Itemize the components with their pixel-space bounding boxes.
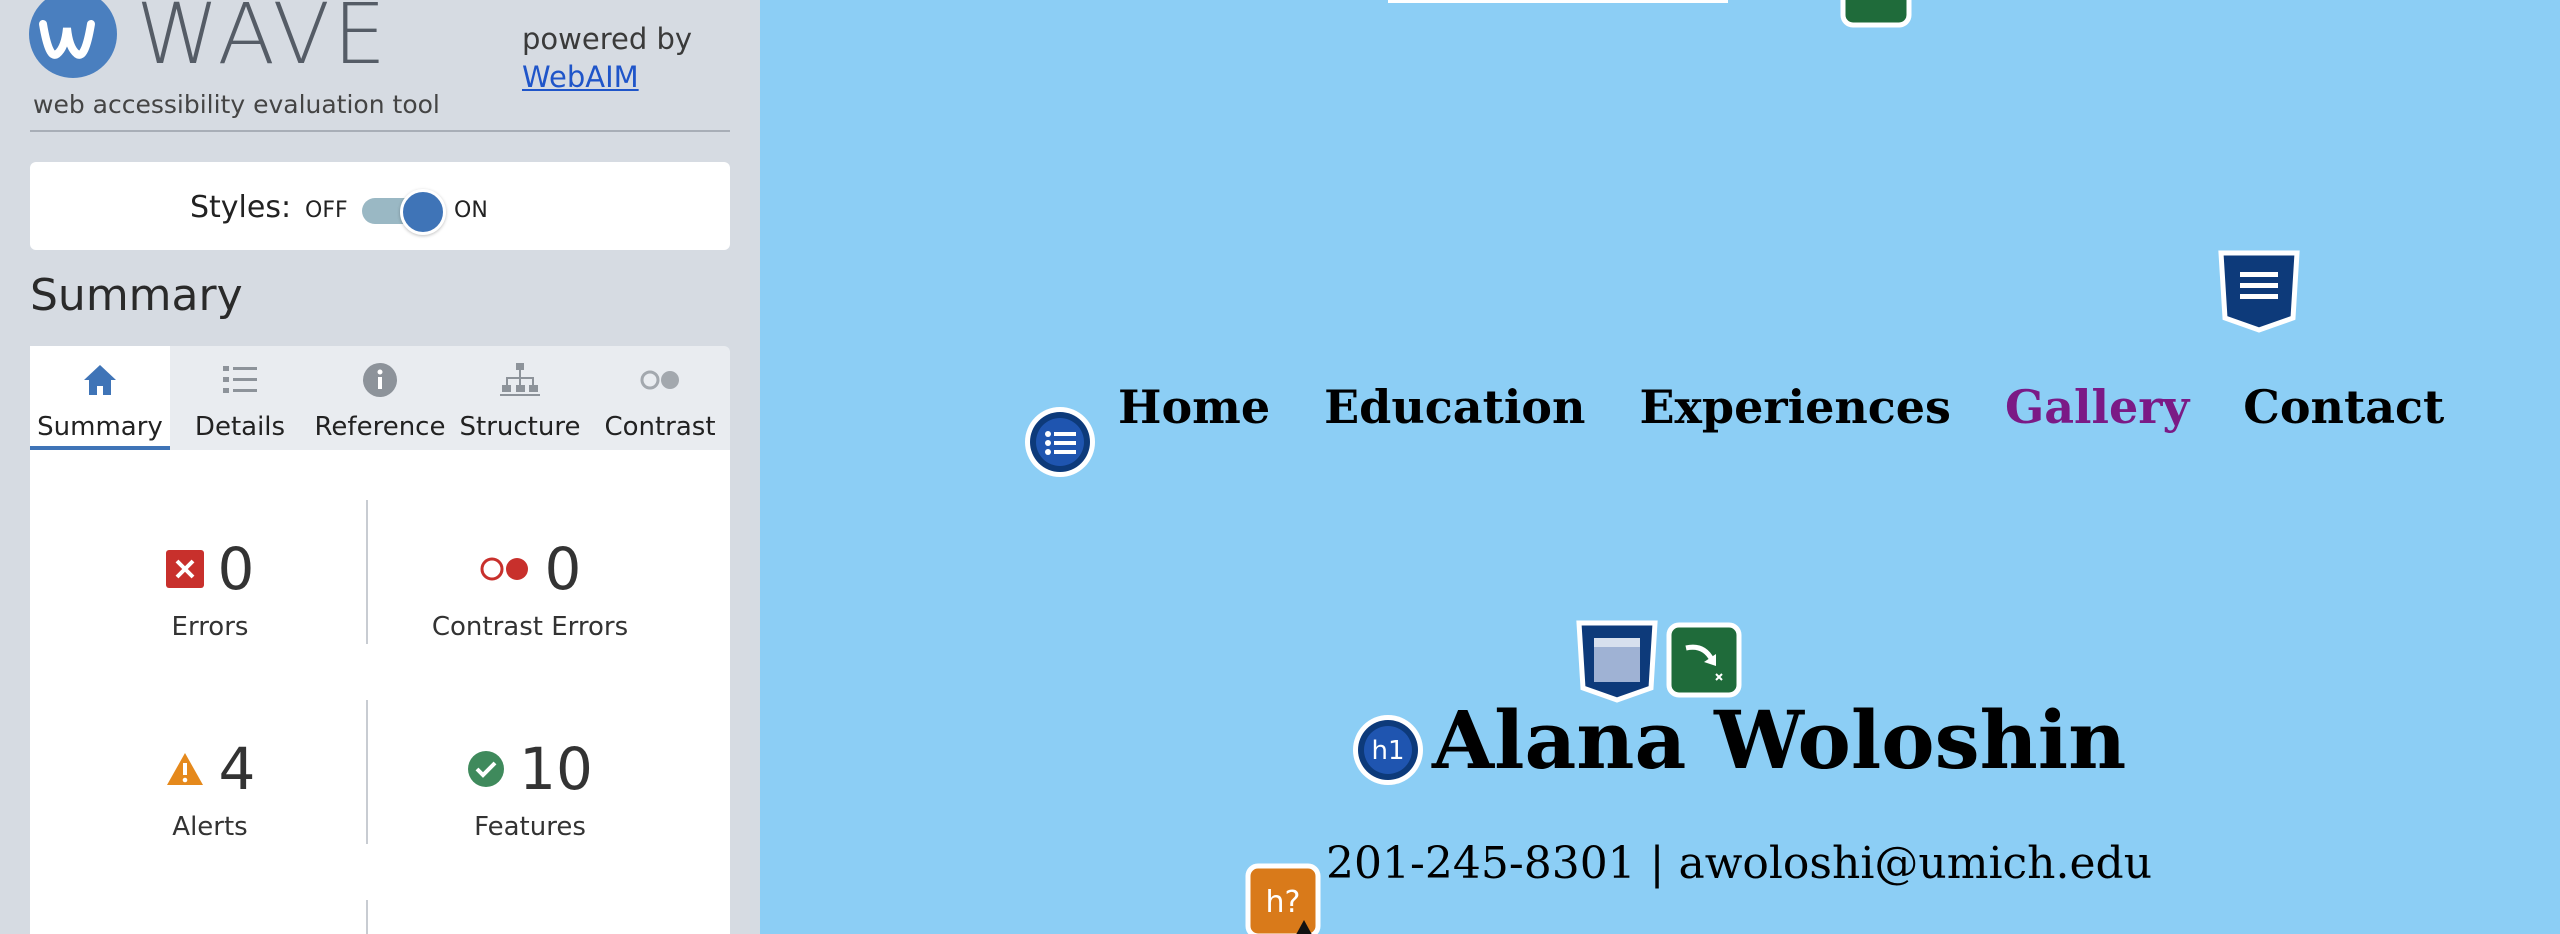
wave-logo-text: WAVE xyxy=(136,0,390,83)
aside-structure-icon[interactable] xyxy=(2216,248,2302,334)
summary-heading: Summary xyxy=(30,270,243,321)
panel-tabs: Summary Details Reference Structure Cont… xyxy=(30,346,730,450)
stats-divider xyxy=(366,900,368,934)
feature-badge-icon[interactable] xyxy=(1840,0,1912,28)
h1-badge-icon[interactable]: h1 xyxy=(1350,712,1426,788)
tab-reference[interactable]: Reference xyxy=(310,346,450,450)
tab-label: Reference xyxy=(314,412,446,442)
possible-heading-alert-icon[interactable]: h? xyxy=(1244,862,1324,934)
stats-divider xyxy=(366,700,368,844)
tab-details[interactable]: Details xyxy=(170,346,310,450)
wave-logo-icon xyxy=(29,0,117,78)
alerts-count: 4 xyxy=(218,735,256,803)
tab-label: Summary xyxy=(37,412,163,442)
home-icon xyxy=(84,365,116,395)
link-feature-icon[interactable] xyxy=(1666,622,1742,698)
stat-errors[interactable]: 0 Errors xyxy=(60,540,360,642)
errors-count: 0 xyxy=(217,535,255,603)
top-white-bar xyxy=(1388,0,1728,3)
contrast-error-icon xyxy=(480,557,528,581)
alert-triangle-icon xyxy=(166,753,203,785)
h1-badge-label: h1 xyxy=(1371,736,1404,766)
nav-experiences[interactable]: Experiences xyxy=(1639,380,1951,434)
contrast-icon xyxy=(640,370,679,390)
styles-panel: Styles: OFF ON xyxy=(30,162,730,250)
webaim-link[interactable]: WebAIM xyxy=(522,60,639,94)
errors-label: Errors xyxy=(171,612,249,642)
error-x-icon xyxy=(165,550,204,588)
header-divider xyxy=(30,130,730,132)
tab-structure[interactable]: Structure xyxy=(450,346,590,450)
features-count: 10 xyxy=(519,735,593,803)
possible-heading-label: h? xyxy=(1266,885,1301,920)
stat-alerts[interactable]: 4 Alerts xyxy=(60,740,360,842)
tab-label: Contrast xyxy=(604,412,716,442)
page-heading: Alana Woloshin xyxy=(1432,693,2127,787)
wave-tagline: web accessibility evaluation tool xyxy=(33,90,440,119)
info-icon xyxy=(363,363,397,397)
nav-education[interactable]: Education xyxy=(1324,380,1585,434)
alerts-label: Alerts xyxy=(172,812,248,842)
nav-contact[interactable]: Contact xyxy=(2243,380,2444,434)
styles-label: Styles: xyxy=(190,190,292,225)
stats-divider xyxy=(366,500,368,644)
structure-icon xyxy=(500,363,540,396)
tab-label: Details xyxy=(194,412,286,442)
contrast-errors-count: 0 xyxy=(544,535,582,603)
powered-by-text: powered by xyxy=(522,22,693,56)
nav-gallery[interactable]: Gallery xyxy=(2005,380,2189,434)
stat-contrast-errors[interactable]: 0 Contrast Errors xyxy=(380,540,680,642)
styles-off-label: OFF xyxy=(305,198,348,223)
header-region-icon[interactable] xyxy=(1574,618,1660,704)
list-icon xyxy=(223,366,257,393)
tab-contrast[interactable]: Contrast xyxy=(590,346,730,450)
summary-panel: 0 Errors 0 Contrast Errors 4 Alerts 10 F… xyxy=(30,450,730,934)
check-circle-icon xyxy=(468,751,505,787)
wave-sidebar: WAVE web accessibility evaluation tool p… xyxy=(0,0,760,934)
page-content: Home Education Experiences Gallery Conta… xyxy=(760,0,2560,934)
features-label: Features xyxy=(474,812,586,842)
styles-toggle-knob[interactable] xyxy=(400,189,446,235)
tab-summary[interactable]: Summary xyxy=(30,346,170,450)
styles-on-label: ON xyxy=(454,198,488,223)
nav-home[interactable]: Home xyxy=(1118,380,1270,434)
contrast-errors-label: Contrast Errors xyxy=(431,612,629,642)
stat-features[interactable]: 10 Features xyxy=(380,740,680,842)
contact-line: 201-245-8301 | awoloshi@umich.edu xyxy=(1326,838,2153,889)
list-badge-icon[interactable] xyxy=(1022,404,1098,480)
tab-label: Structure xyxy=(459,412,581,442)
site-nav: Home Education Experiences Gallery Conta… xyxy=(1118,380,2444,434)
